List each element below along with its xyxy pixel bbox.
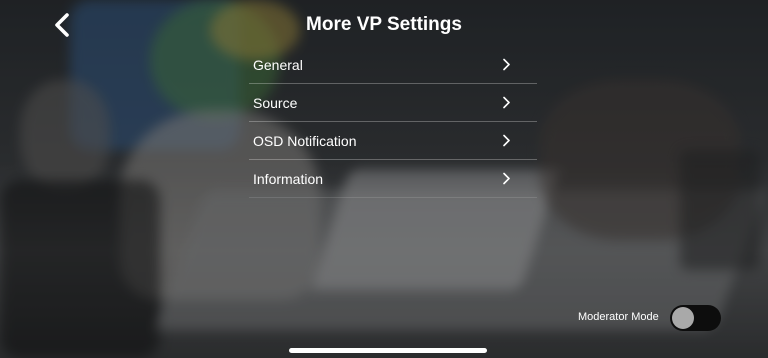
moderator-mode-toggle[interactable] [670, 305, 721, 331]
chevron-right-icon [503, 58, 510, 71]
menu-item-label: OSD Notification [253, 132, 357, 149]
page-title: More VP Settings [306, 14, 462, 35]
chevron-right-icon [503, 172, 510, 185]
moderator-mode-label: Moderator Mode [578, 311, 659, 323]
menu-item-source[interactable]: Source [249, 84, 537, 122]
home-indicator[interactable] [289, 348, 487, 353]
toggle-knob [672, 307, 694, 329]
settings-menu: General Source OSD Notification Informat… [249, 46, 537, 198]
screen: More VP Settings General Source OSD Noti… [0, 0, 768, 358]
menu-item-label: General [253, 56, 303, 73]
menu-item-label: Source [253, 94, 298, 111]
menu-item-general[interactable]: General [249, 46, 537, 84]
menu-item-information[interactable]: Information [249, 160, 537, 198]
chevron-right-icon [503, 134, 510, 147]
menu-item-label: Information [253, 170, 324, 187]
chevron-right-icon [503, 96, 510, 109]
menu-item-osd-notification[interactable]: OSD Notification [249, 122, 537, 160]
